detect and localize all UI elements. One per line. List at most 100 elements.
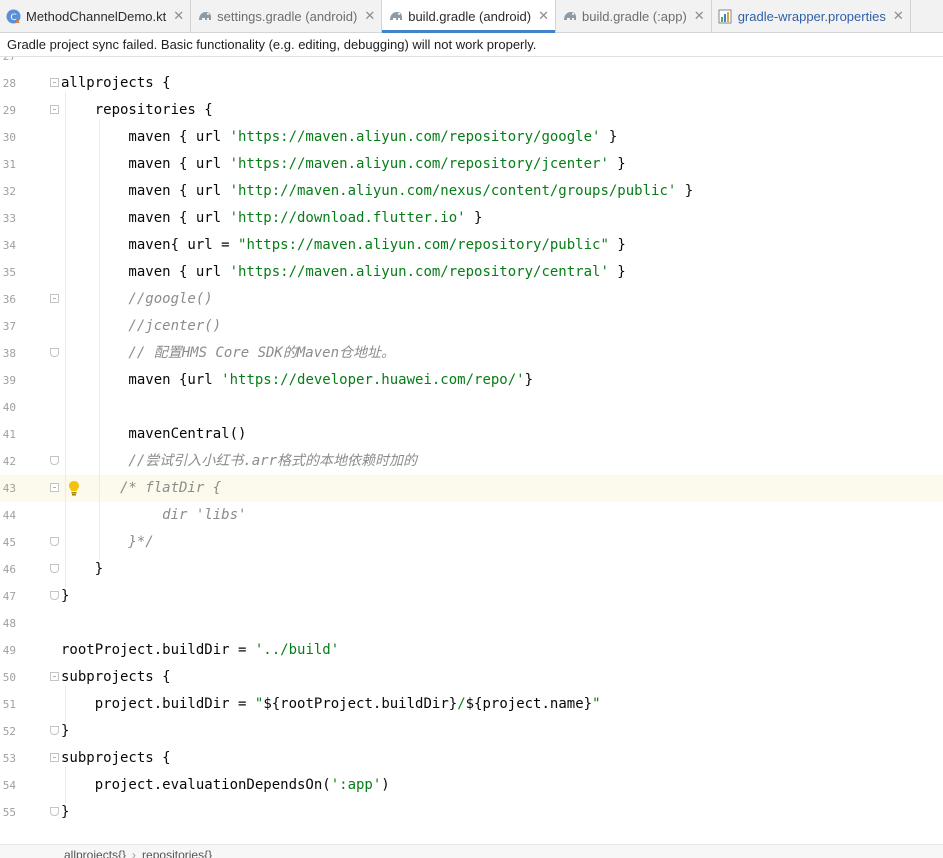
code-text[interactable]: allprojects { — [61, 70, 171, 97]
code-comment: //尝试引入小红书.arr格式的本地依赖时加的 — [61, 453, 418, 469]
close-icon[interactable]: ✕ — [893, 8, 904, 24]
line-number: 29 — [2, 104, 16, 117]
code-token: repositories { — [61, 102, 213, 118]
code-text[interactable]: } — [61, 583, 69, 610]
code-text[interactable]: } — [61, 799, 69, 826]
code-token: ${project.name} — [465, 696, 593, 712]
code-text[interactable]: //尝试引入小红书.arr格式的本地依赖时加的 — [61, 448, 417, 475]
line-number: 47 — [2, 590, 16, 603]
close-icon[interactable]: ✕ — [694, 8, 705, 24]
code-text[interactable]: /* flatDir { — [61, 475, 221, 502]
close-icon[interactable]: ✕ — [538, 8, 549, 24]
breadcrumb: allprojects{} › repositories{} — [0, 844, 943, 858]
code-text[interactable]: dir 'libs' — [61, 502, 246, 529]
string-literal: 'https://developer.huawei.com/repo/' — [221, 372, 525, 388]
code-line[interactable]: 43 /* flatDir { — [0, 475, 943, 502]
code-line[interactable]: 27 — [0, 57, 943, 70]
code-line[interactable]: 36 //google() — [0, 286, 943, 313]
fold-end-icon[interactable] — [50, 564, 59, 573]
code-line[interactable]: 37 //jcenter() — [0, 313, 943, 340]
code-line[interactable]: 39 maven {url 'https://developer.huawei.… — [0, 367, 943, 394]
code-text[interactable]: maven { url 'https://maven.aliyun.com/re… — [61, 151, 625, 178]
code-line[interactable]: 47} — [0, 583, 943, 610]
code-text[interactable]: maven { url 'http://download.flutter.io'… — [61, 205, 482, 232]
code-editor[interactable]: 2728allprojects {29 repositories {30 mav… — [0, 57, 943, 844]
fold-comment-icon[interactable] — [50, 483, 59, 492]
code-token: maven { url — [61, 183, 230, 199]
code-line[interactable]: 52} — [0, 718, 943, 745]
tab-build-gradle-android[interactable]: build.gradle (android) ✕ — [382, 0, 556, 33]
code-text[interactable]: maven { url 'https://maven.aliyun.com/re… — [61, 259, 625, 286]
gradle-elephant-icon — [388, 9, 403, 24]
code-line[interactable]: 44 dir 'libs' — [0, 502, 943, 529]
code-line[interactable]: 41 mavenCentral() — [0, 421, 943, 448]
code-line[interactable]: 54 project.evaluationDependsOn(':app') — [0, 772, 943, 799]
code-text[interactable]: rootProject.buildDir = '../build' — [61, 637, 339, 664]
fold-end-icon[interactable] — [50, 591, 59, 600]
code-text[interactable]: // 配置HMS Core SDK的Maven仓地址。 — [61, 340, 395, 367]
code-text[interactable]: maven{ url = "https://maven.aliyun.com/r… — [61, 232, 626, 259]
code-text[interactable]: //jcenter() — [61, 313, 221, 340]
code-line[interactable]: 38 // 配置HMS Core SDK的Maven仓地址。 — [0, 340, 943, 367]
fold-expanded-icon[interactable] — [50, 78, 59, 87]
tab-gradle-wrapper-properties[interactable]: gradle-wrapper.properties ✕ — [712, 0, 911, 32]
code-text[interactable]: }*/ — [61, 529, 154, 556]
code-line[interactable]: 53 subprojects { — [0, 745, 943, 772]
fold-end-icon[interactable] — [50, 348, 59, 357]
code-line[interactable]: 49 rootProject.buildDir = '../build' — [0, 637, 943, 664]
fold-expanded-icon[interactable] — [50, 105, 59, 114]
code-line[interactable]: 35 maven { url 'https://maven.aliyun.com… — [0, 259, 943, 286]
fold-end-icon[interactable] — [50, 726, 59, 735]
fold-expanded-icon[interactable] — [50, 672, 59, 681]
code-token: maven { url — [61, 129, 230, 145]
code-text[interactable]: maven { url 'http://maven.aliyun.com/nex… — [61, 178, 693, 205]
code-line[interactable]: 46 } — [0, 556, 943, 583]
fold-expanded-icon[interactable] — [50, 294, 59, 303]
code-token: } — [61, 561, 104, 577]
code-token: } — [608, 237, 626, 253]
code-line[interactable]: 40 — [0, 394, 943, 421]
code-line[interactable]: 31 maven { url 'https://maven.aliyun.com… — [0, 151, 943, 178]
code-line[interactable]: 32 maven { url 'http://maven.aliyun.com/… — [0, 178, 943, 205]
tab-settings-gradle-android[interactable]: settings.gradle (android) ✕ — [191, 0, 383, 32]
code-line[interactable]: 33 maven { url 'http://download.flutter.… — [0, 205, 943, 232]
code-comment: }*/ — [61, 534, 154, 550]
code-line[interactable]: 51 project.buildDir = " ${rootProject.bui… — [0, 691, 943, 718]
code-text[interactable]: subprojects { — [61, 664, 171, 691]
close-icon[interactable]: ✕ — [364, 8, 375, 24]
code-line[interactable]: 50 subprojects { — [0, 664, 943, 691]
fold-expanded-icon[interactable] — [50, 753, 59, 762]
code-line[interactable]: 48 — [0, 610, 943, 637]
code-text[interactable]: maven { url 'https://maven.aliyun.com/re… — [61, 124, 617, 151]
breadcrumb-item[interactable]: repositories{} — [142, 848, 212, 858]
code-text[interactable]: repositories { — [61, 97, 213, 124]
code-token: ${rootProject.buildDir} — [263, 696, 458, 712]
code-text[interactable]: maven {url 'https://developer.huawei.com… — [61, 367, 533, 394]
code-line[interactable]: 42 //尝试引入小红书.arr格式的本地依赖时加的 — [0, 448, 943, 475]
line-number: 45 — [2, 536, 16, 549]
code-text[interactable]: project.evaluationDependsOn(':app') — [61, 772, 390, 799]
code-text[interactable]: } — [61, 556, 103, 583]
close-icon[interactable]: ✕ — [173, 8, 184, 24]
fold-end-icon[interactable] — [50, 807, 59, 816]
line-number: 33 — [2, 212, 16, 225]
code-line[interactable]: 45 }*/ — [0, 529, 943, 556]
tab-build-gradle-app[interactable]: build.gradle (:app) ✕ — [556, 0, 712, 32]
code-line[interactable]: 28 allprojects { — [0, 70, 943, 97]
fold-end-icon[interactable] — [50, 537, 59, 546]
code-text[interactable]: subprojects { — [61, 745, 171, 772]
string-literal: 'https://maven.aliyun.com/repository/cen… — [229, 264, 609, 280]
code-token: } — [61, 804, 70, 820]
tab-methodchanneldemo-kt[interactable]: C MethodChannelDemo.kt ✕ — [0, 0, 192, 32]
breadcrumb-item[interactable]: allprojects{} — [64, 848, 126, 858]
code-text[interactable]: mavenCentral() — [61, 421, 246, 448]
code-line[interactable]: 30 maven { url 'https://maven.aliyun.com… — [0, 124, 943, 151]
code-token: mavenCentral() — [61, 426, 247, 442]
code-line[interactable]: 34 maven{ url = "https://maven.aliyun.co… — [0, 232, 943, 259]
fold-end-icon[interactable] — [50, 456, 59, 465]
code-text[interactable]: project.buildDir = " ${rootProject.buildD… — [61, 691, 601, 718]
code-text[interactable]: } — [61, 718, 69, 745]
code-line[interactable]: 55} — [0, 799, 943, 826]
code-text[interactable]: //google() — [61, 286, 212, 313]
code-line[interactable]: 29 repositories { — [0, 97, 943, 124]
